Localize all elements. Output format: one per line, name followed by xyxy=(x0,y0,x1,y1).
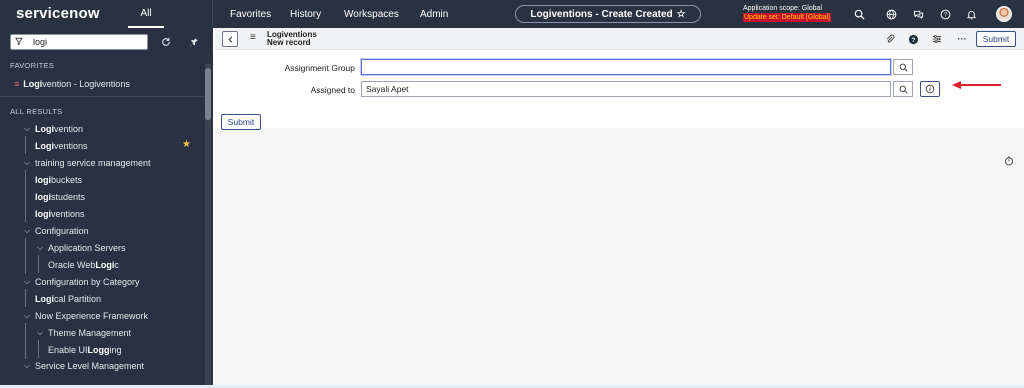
info-icon xyxy=(925,84,935,94)
module-logi-students[interactable]: logi students xyxy=(0,188,205,205)
navigator-filter-input[interactable]: logi xyxy=(10,34,148,50)
module-logiventions[interactable]: Logi ventions xyxy=(0,137,205,154)
timer-icon[interactable] xyxy=(1004,156,1014,166)
favorite-item-logiventions[interactable]: ≡ Logi vention - Logiventions xyxy=(0,75,205,92)
chevron-down-icon[interactable]: ⌵ xyxy=(22,361,32,371)
all-menu-tab[interactable]: All xyxy=(128,0,164,28)
module-oracle-weblogic[interactable]: Oracle Web Logi c xyxy=(0,256,205,273)
context-title: Logiventions - Create Created xyxy=(530,8,673,20)
filter-value: logi xyxy=(33,37,48,47)
star-filled-icon[interactable]: ★ xyxy=(182,139,191,150)
module-logi-buckets[interactable]: logi buckets xyxy=(0,171,205,188)
info-circle-icon[interactable]: ? xyxy=(907,33,919,45)
chevron-down-icon[interactable]: ⌵ xyxy=(22,226,32,236)
assigned-to-label: Assigned to xyxy=(310,85,355,95)
submit-button-top[interactable]: Submit xyxy=(976,31,1016,47)
assignment-group-input[interactable] xyxy=(361,59,891,75)
chevron-down-icon[interactable]: ⌵ xyxy=(22,158,32,168)
assignment-group-label: Assignment Group xyxy=(284,63,355,73)
help-icon[interactable]: ? xyxy=(938,7,952,21)
form-area: ≡ Logiventions New record ? ··· Submit A… xyxy=(215,28,1024,388)
servicenow-logo[interactable]: servicenow xyxy=(16,5,100,22)
module-configuration[interactable]: ⌵ Configuration xyxy=(0,222,205,239)
form-header: ≡ Logiventions New record ? ··· Submit xyxy=(215,28,1024,50)
section-divider xyxy=(0,96,205,97)
module-configuration-by-category[interactable]: ⌵ Configuration by Category xyxy=(0,273,205,290)
context-title-pill[interactable]: Logiventions - Create Created ☆ xyxy=(515,5,701,23)
svg-text:?: ? xyxy=(943,12,947,18)
module-training-service-management[interactable]: ⌵ training service management xyxy=(0,154,205,171)
chevron-down-icon[interactable]: ⌵ xyxy=(35,243,45,253)
module-logical-partition[interactable]: Logi cal Partition xyxy=(0,290,205,307)
search-icon xyxy=(899,85,908,94)
sidebar-scrollbar-thumb[interactable] xyxy=(205,68,211,120)
pin-icon[interactable] xyxy=(188,36,200,48)
filter-icon xyxy=(11,37,27,47)
globe-icon[interactable] xyxy=(884,7,898,21)
settings-sliders-icon[interactable] xyxy=(931,33,943,45)
attachment-icon[interactable] xyxy=(884,33,896,45)
assigned-to-lookup-button[interactable] xyxy=(893,81,913,97)
svg-text:?: ? xyxy=(911,36,915,43)
annotation-arrow-icon xyxy=(952,81,1001,89)
record-state: New record xyxy=(267,38,311,47)
module-now-experience-framework[interactable]: ⌵ Now Experience Framework xyxy=(0,307,205,324)
chevron-down-icon[interactable]: ⌵ xyxy=(35,328,45,338)
context-menu-icon[interactable]: ≡ xyxy=(250,32,256,43)
bell-icon[interactable] xyxy=(964,7,978,21)
application-scope[interactable]: Application scope: Global Update set: De… xyxy=(743,4,831,22)
nav-workspaces[interactable]: Workspaces xyxy=(344,0,399,28)
item-text: vention - Logiventions xyxy=(42,78,130,89)
nav-favorites[interactable]: Favorites xyxy=(230,0,271,28)
search-icon[interactable] xyxy=(852,7,866,21)
assigned-to-input[interactable]: Sayali Apet xyxy=(361,81,891,97)
module-logiventions-2[interactable]: logi ventions xyxy=(0,205,205,222)
back-button[interactable] xyxy=(222,31,238,47)
header-divider xyxy=(212,0,213,28)
assignment-group-lookup-button[interactable] xyxy=(893,59,913,75)
star-outline-icon[interactable]: ☆ xyxy=(677,9,686,20)
form-footer-area: Submit xyxy=(215,114,1024,388)
form-fields: Assignment Group Assigned to Sayali Apet xyxy=(215,50,1024,128)
more-options-icon[interactable]: ··· xyxy=(956,33,968,45)
chevron-down-icon[interactable]: ⌵ xyxy=(22,277,32,287)
module-application-servers[interactable]: ⌵ Application Servers xyxy=(0,239,205,256)
record-title: Logiventions New record xyxy=(267,31,317,47)
navigator-sidebar: logi FAVORITES ≡ Logi vention - Logiventi… xyxy=(0,28,213,388)
all-results-heading: ALL RESULTS xyxy=(10,107,63,116)
scope-line: Application scope: Global xyxy=(743,5,822,12)
match-text: Logi xyxy=(23,78,43,89)
module-logivention[interactable]: ⌵ Logivention xyxy=(0,120,205,137)
module-service-level-management[interactable]: ⌵ Service Level Management xyxy=(0,357,205,374)
chat-icon[interactable] xyxy=(911,7,925,21)
update-set-line: Update set: Default [Global] xyxy=(743,13,831,22)
module-theme-management[interactable]: ⌵ Theme Management xyxy=(0,324,205,341)
nav-admin[interactable]: Admin xyxy=(420,0,448,28)
favorites-heading: FAVORITES xyxy=(10,61,55,70)
nav-history[interactable]: History xyxy=(290,0,321,28)
chevron-down-icon[interactable]: ⌵ xyxy=(22,311,32,321)
refresh-icon[interactable] xyxy=(160,36,172,48)
chevron-down-icon[interactable]: ⌵ xyxy=(22,124,32,134)
module-enable-ui-logging[interactable]: Enable UI Logg ing xyxy=(0,341,205,358)
search-icon xyxy=(899,63,908,72)
preview-record-button[interactable] xyxy=(920,81,940,97)
list-icon: ≡ xyxy=(14,78,20,89)
user-avatar[interactable] xyxy=(996,6,1012,22)
submit-button-bottom[interactable]: Submit xyxy=(221,114,261,130)
top-header: servicenow All Favorites History Workspa… xyxy=(0,0,1024,28)
